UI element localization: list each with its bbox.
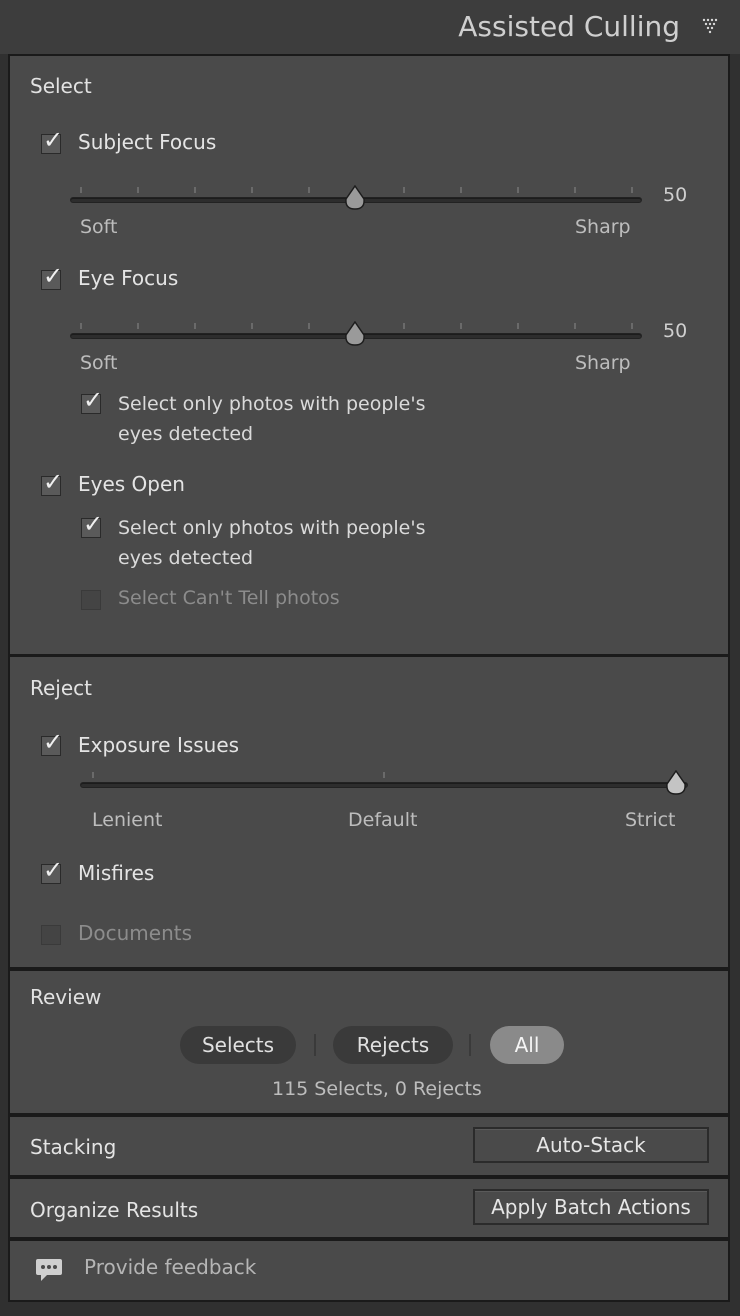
review-section-title: Review <box>30 985 102 1009</box>
subject-focus-label: Subject Focus <box>78 130 217 154</box>
organize-results-label: Organize Results <box>30 1198 199 1222</box>
eye-focus-people-label-line2: eyes detected <box>118 423 254 445</box>
checkmark-icon: ✓ <box>83 386 104 414</box>
review-tab-rejects[interactable]: Rejects <box>333 1026 453 1064</box>
exposure-issues-checkbox[interactable]: ✓ <box>41 730 63 756</box>
cant-tell-checkbox[interactable] <box>81 590 101 610</box>
checkmark-icon: ✓ <box>43 262 64 290</box>
slider-tick <box>403 323 405 329</box>
slider-tick <box>137 323 139 329</box>
select-section: Select ✓ Subject Focus 50 Soft Sharp ✓ E… <box>10 56 728 654</box>
slider-tick <box>460 187 462 193</box>
reject-section-title: Reject <box>30 676 93 700</box>
checkmark-icon: ✓ <box>43 728 64 756</box>
review-tab-selects[interactable]: Selects <box>180 1026 296 1064</box>
misfires-checkbox[interactable]: ✓ <box>41 858 63 884</box>
slider-tick <box>251 323 253 329</box>
slider-tick <box>251 187 253 193</box>
eye-focus-value: 50 <box>663 320 688 342</box>
subject-focus-checkbox[interactable]: ✓ <box>41 128 63 154</box>
slider-tick <box>383 772 385 778</box>
documents-checkbox[interactable] <box>41 925 61 945</box>
eyes-open-people-label-line2: eyes detected <box>118 547 254 569</box>
review-section: Review Selects Rejects All 115 Selects, … <box>10 971 728 1113</box>
stacking-label: Stacking <box>30 1135 117 1159</box>
eyes-open-label: Eyes Open <box>78 472 185 496</box>
checkmark-icon: ✓ <box>43 126 64 154</box>
collapse-triangle-icon[interactable] <box>702 18 720 36</box>
slider-tick <box>517 187 519 193</box>
slider-tick <box>631 187 633 193</box>
slider-tick <box>403 187 405 193</box>
slider-tick <box>308 323 310 329</box>
checkmark-icon: ✓ <box>43 856 64 884</box>
eye-focus-min-label: Soft <box>80 352 118 374</box>
exposure-issues-slider[interactable] <box>80 769 688 799</box>
slider-thumb[interactable] <box>344 185 366 211</box>
slider-tick <box>574 323 576 329</box>
eye-focus-people-checkbox[interactable]: ✓ <box>81 388 103 414</box>
stacking-section: Stacking Auto-Stack <box>10 1117 728 1175</box>
misfires-label: Misfires <box>78 861 155 885</box>
exposure-default-label: Default <box>348 809 418 831</box>
eye-focus-label: Eye Focus <box>78 266 179 290</box>
panel-header[interactable]: Assisted Culling <box>0 0 740 54</box>
cant-tell-label: Select Can't Tell photos <box>118 587 340 609</box>
slider-tick <box>517 323 519 329</box>
review-tab-all[interactable]: All <box>490 1026 564 1064</box>
slider-tick <box>137 187 139 193</box>
feedback-row[interactable]: Provide feedback <box>10 1241 728 1300</box>
eye-focus-slider[interactable] <box>70 320 642 350</box>
speech-bubble-icon <box>36 1259 62 1281</box>
subject-focus-slider[interactable] <box>70 184 642 214</box>
eyes-open-people-label-line1: Select only photos with people's <box>118 517 426 539</box>
panel-title: Assisted Culling <box>458 10 680 43</box>
review-summary: 115 Selects, 0 Rejects <box>272 1078 482 1100</box>
tab-separator <box>314 1034 316 1056</box>
tab-separator <box>469 1034 471 1056</box>
checkmark-icon: ✓ <box>83 510 104 538</box>
slider-tick <box>631 323 633 329</box>
exposure-lenient-label: Lenient <box>92 809 163 831</box>
organize-section: Organize Results Apply Batch Actions <box>10 1179 728 1237</box>
apply-batch-actions-button[interactable]: Apply Batch Actions <box>473 1189 709 1225</box>
reject-section: Reject ✓ Exposure Issues Lenient Default… <box>10 657 728 967</box>
select-section-title: Select <box>30 74 92 98</box>
eyes-open-people-checkbox[interactable]: ✓ <box>81 512 103 538</box>
exposure-strict-label: Strict <box>625 809 676 831</box>
documents-label: Documents <box>78 921 193 945</box>
subject-focus-value: 50 <box>663 184 688 206</box>
eye-focus-people-label-line1: Select only photos with people's <box>118 393 426 415</box>
slider-tick <box>194 187 196 193</box>
slider-tick <box>460 323 462 329</box>
slider-tick <box>574 187 576 193</box>
checkmark-icon: ✓ <box>43 468 64 496</box>
slider-thumb[interactable] <box>665 770 687 796</box>
slider-tick <box>194 323 196 329</box>
provide-feedback-link[interactable]: Provide feedback <box>84 1255 256 1279</box>
slider-tick <box>80 187 82 193</box>
slider-thumb[interactable] <box>344 321 366 347</box>
exposure-issues-label: Exposure Issues <box>78 733 240 757</box>
slider-tick <box>80 323 82 329</box>
eyes-open-checkbox[interactable]: ✓ <box>41 470 63 496</box>
eye-focus-checkbox[interactable]: ✓ <box>41 264 63 290</box>
slider-tick <box>308 187 310 193</box>
slider-tick <box>92 772 94 778</box>
slider-track <box>80 782 688 788</box>
eye-focus-max-label: Sharp <box>575 352 631 374</box>
subject-focus-min-label: Soft <box>80 216 118 238</box>
subject-focus-max-label: Sharp <box>575 216 631 238</box>
auto-stack-button[interactable]: Auto-Stack <box>473 1127 709 1163</box>
